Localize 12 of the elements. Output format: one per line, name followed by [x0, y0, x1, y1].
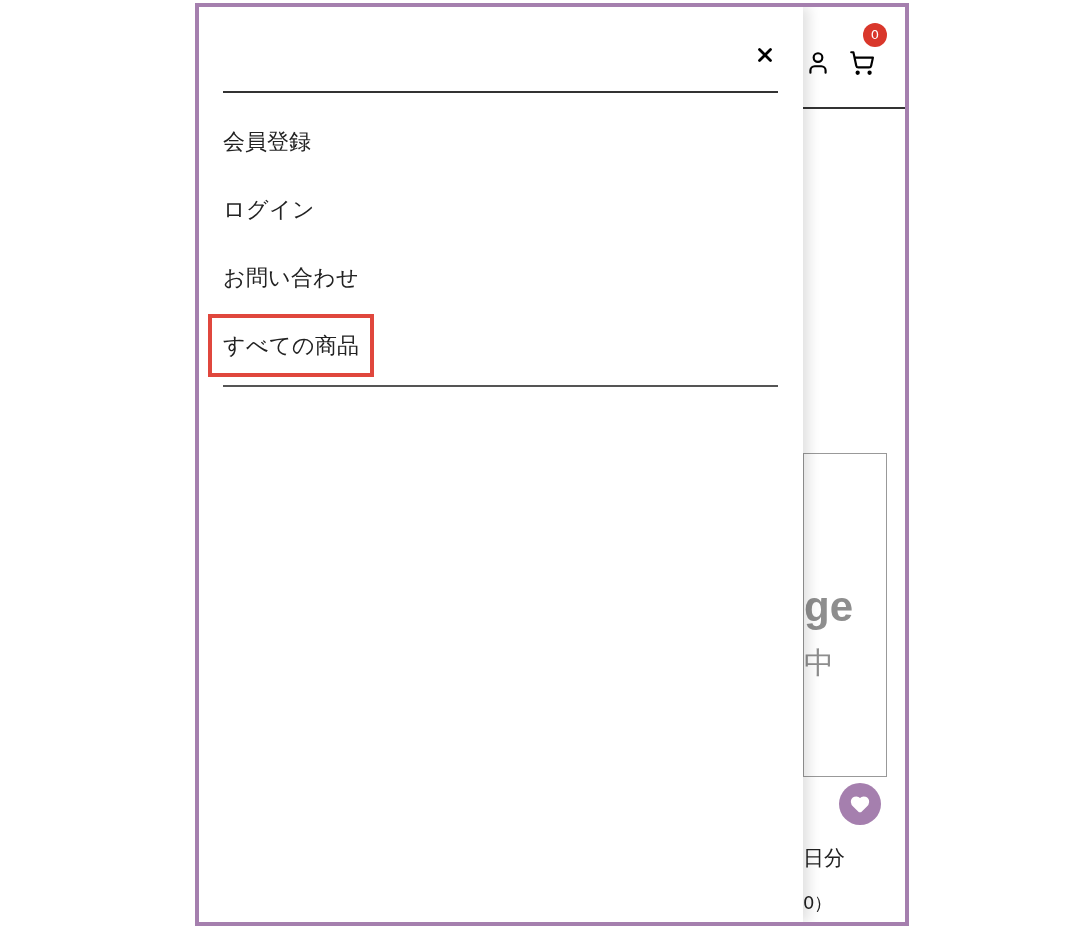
product-text: 0）: [803, 890, 834, 915]
image-text: 中: [804, 648, 835, 678]
menu-item[interactable]: すべての商品: [208, 313, 374, 377]
heart-icon: [850, 794, 870, 814]
favorite-button[interactable]: [839, 783, 881, 825]
menu-item[interactable]: 会員登録: [208, 109, 326, 173]
cart-count-badge: 0: [863, 23, 887, 47]
image-text: ge: [804, 586, 854, 628]
product-text: 日分: [803, 845, 846, 872]
cart-button[interactable]: [847, 49, 877, 77]
menu-item[interactable]: お問い合わせ: [208, 245, 374, 309]
menu-item[interactable]: ログイン: [208, 177, 330, 241]
